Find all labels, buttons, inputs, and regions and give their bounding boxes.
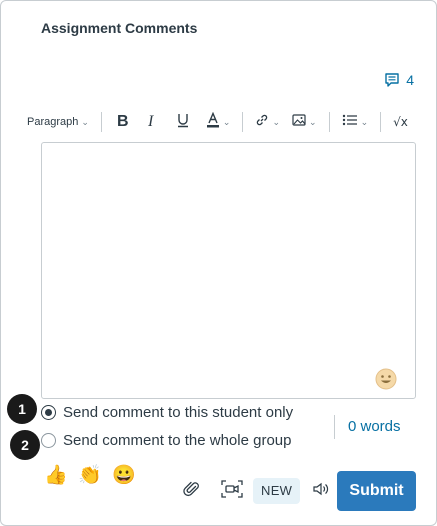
toolbar-divider bbox=[328, 112, 330, 132]
comments-count-link[interactable]: 4 bbox=[384, 72, 414, 88]
callout-marker-2: 2 bbox=[10, 430, 40, 460]
chevron-down-icon: ⌄ bbox=[81, 116, 89, 127]
image-dropdown[interactable]: ⌄ bbox=[288, 108, 321, 136]
assignment-comments-panel: Assignment Comments 4 Paragraph ⌄ B I ⌄ … bbox=[0, 0, 437, 526]
submit-button[interactable]: Submit bbox=[337, 471, 416, 511]
rich-text-toolbar: Paragraph ⌄ B I ⌄ ⌄ ⌄ ⌄ √x bbox=[17, 105, 436, 139]
callout-marker-1: 1 bbox=[7, 394, 37, 424]
link-icon bbox=[255, 113, 269, 132]
italic-icon: I bbox=[146, 112, 160, 133]
comments-count: 4 bbox=[406, 72, 414, 88]
send-to-student-radio[interactable] bbox=[41, 405, 56, 420]
chevron-down-icon: ⌄ bbox=[222, 116, 231, 127]
math-icon: √x bbox=[393, 115, 408, 129]
paperclip-icon bbox=[183, 480, 201, 503]
bullet-list-icon bbox=[342, 113, 358, 132]
comment-editor[interactable] bbox=[41, 142, 416, 399]
underline-icon bbox=[176, 112, 190, 133]
paragraph-format-label: Paragraph bbox=[27, 116, 79, 128]
word-count[interactable]: 0 words bbox=[348, 418, 401, 435]
thumbs-up-emoji-button[interactable]: 👍 bbox=[44, 465, 68, 487]
grinning-emoji-button[interactable]: 😀 bbox=[112, 465, 136, 487]
bold-button[interactable]: B bbox=[110, 108, 134, 136]
image-icon bbox=[292, 113, 306, 132]
panel-title: Assignment Comments bbox=[41, 20, 198, 36]
quick-emoji-bar: 👍 👏 😀 bbox=[44, 465, 136, 487]
math-equation-button[interactable]: √x bbox=[389, 108, 412, 136]
video-record-icon bbox=[221, 479, 243, 504]
chevron-down-icon: ⌄ bbox=[272, 116, 281, 127]
paragraph-format-dropdown[interactable]: Paragraph ⌄ bbox=[17, 108, 93, 136]
speech-to-text-button[interactable] bbox=[308, 471, 334, 511]
send-to-group-radio[interactable] bbox=[41, 433, 56, 448]
speaker-icon bbox=[312, 481, 330, 502]
send-to-group-option[interactable]: Send comment to the whole group bbox=[41, 432, 291, 449]
clapping-emoji-button[interactable]: 👏 bbox=[78, 465, 102, 487]
underline-button[interactable] bbox=[172, 108, 194, 136]
send-to-student-option[interactable]: Send comment to this student only bbox=[41, 404, 293, 421]
toolbar-divider bbox=[242, 112, 244, 132]
media-record-button[interactable] bbox=[219, 471, 245, 511]
send-to-group-label: Send comment to the whole group bbox=[63, 432, 292, 449]
comment-icon bbox=[384, 72, 400, 88]
italic-button[interactable]: I bbox=[142, 108, 164, 136]
toolbar-divider bbox=[380, 112, 382, 132]
word-count-divider bbox=[334, 415, 335, 439]
chevron-down-icon: ⌄ bbox=[360, 116, 369, 127]
svg-text:I: I bbox=[147, 113, 154, 128]
text-color-dropdown[interactable]: ⌄ bbox=[202, 108, 235, 136]
comment-actions: NEW bbox=[179, 471, 334, 511]
text-color-icon bbox=[206, 111, 220, 133]
svg-text:B: B bbox=[117, 113, 129, 128]
new-badge: NEW bbox=[253, 478, 301, 504]
attach-file-button[interactable] bbox=[179, 471, 205, 511]
bold-icon: B bbox=[114, 112, 130, 133]
smiley-emoji-icon[interactable] bbox=[375, 368, 397, 390]
link-dropdown[interactable]: ⌄ bbox=[251, 108, 284, 136]
bullet-list-dropdown[interactable]: ⌄ bbox=[338, 108, 373, 136]
toolbar-divider bbox=[100, 112, 102, 132]
send-to-student-label: Send comment to this student only bbox=[63, 404, 294, 421]
chevron-down-icon: ⌄ bbox=[309, 116, 317, 127]
